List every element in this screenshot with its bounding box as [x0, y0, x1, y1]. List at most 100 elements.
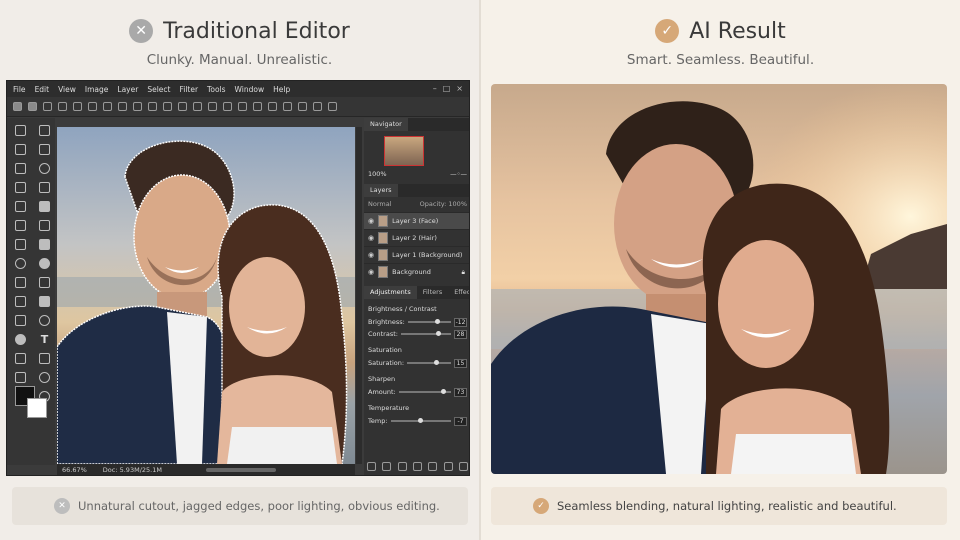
- quick-select-icon[interactable]: [39, 163, 50, 174]
- gradient-icon[interactable]: [39, 296, 50, 307]
- eyedropper-option-icon[interactable]: [268, 102, 277, 111]
- fx-icon[interactable]: [382, 462, 392, 471]
- tab-filters[interactable]: Filters: [417, 286, 448, 299]
- zoom-tool-icon[interactable]: [39, 315, 50, 326]
- settings-icon[interactable]: [328, 102, 337, 111]
- navigator-thumbnail[interactable]: [384, 136, 424, 166]
- select-tool-icon[interactable]: [39, 125, 50, 136]
- slider-handle[interactable]: [435, 331, 441, 336]
- minimize-icon[interactable]: –: [433, 84, 437, 93]
- marquee-tool-icon[interactable]: [15, 125, 26, 136]
- eye-icon[interactable]: ◉: [368, 234, 374, 242]
- history-brush-icon[interactable]: [39, 220, 50, 231]
- crop-tool-icon[interactable]: [39, 144, 50, 155]
- slider-handle[interactable]: [417, 418, 423, 423]
- lasso-tool-icon[interactable]: [15, 144, 26, 155]
- adjustment-slider[interactable]: [390, 418, 451, 423]
- eye-icon[interactable]: ◉: [368, 217, 374, 225]
- slider-handle[interactable]: [434, 360, 440, 365]
- ruler-tool-icon[interactable]: [15, 372, 26, 383]
- tab-effects[interactable]: Effects: [448, 286, 469, 299]
- adjustment-slider[interactable]: [407, 319, 451, 324]
- undo-icon[interactable]: [73, 102, 82, 111]
- adjustment-value[interactable]: 15: [454, 358, 467, 368]
- adjustment-add-icon[interactable]: [412, 462, 422, 471]
- healing-icon[interactable]: [39, 182, 50, 193]
- rotate-icon[interactable]: [133, 102, 142, 111]
- menu-filter[interactable]: Filter: [179, 85, 198, 94]
- dodge-icon[interactable]: [39, 258, 50, 269]
- note-icon[interactable]: [15, 353, 26, 364]
- layer-row[interactable]: ◉ Layer 1 (Background): [364, 246, 469, 263]
- adjustment-slider[interactable]: [400, 331, 451, 336]
- menu-select[interactable]: Select: [147, 85, 170, 94]
- move-icon[interactable]: [58, 102, 67, 111]
- align-icon[interactable]: [163, 102, 172, 111]
- link-icon[interactable]: [367, 462, 377, 471]
- rotate-view-icon[interactable]: [39, 372, 50, 383]
- flip-icon[interactable]: [148, 102, 157, 111]
- zoom-out-icon[interactable]: [238, 102, 247, 111]
- group-icon[interactable]: [428, 462, 438, 471]
- ruler-icon[interactable]: [208, 102, 217, 111]
- blend-mode-select[interactable]: Normal: [368, 200, 392, 208]
- adjustment-value[interactable]: -7: [454, 416, 467, 426]
- color-swatches[interactable]: [15, 386, 51, 422]
- adjustment-value[interactable]: -12: [454, 317, 467, 327]
- save-icon[interactable]: [43, 102, 52, 111]
- editor-canvas[interactable]: [57, 127, 355, 464]
- bucket-icon[interactable]: [39, 239, 50, 250]
- history-icon[interactable]: [313, 102, 322, 111]
- crop-icon[interactable]: [103, 102, 112, 111]
- menu-help[interactable]: Help: [273, 85, 290, 94]
- clone-stamp-icon[interactable]: [15, 220, 26, 231]
- close-window-icon[interactable]: ×: [456, 84, 463, 93]
- type-tool-icon[interactable]: T: [39, 334, 50, 345]
- hand-icon[interactable]: [253, 102, 262, 111]
- open-folder-icon[interactable]: [28, 102, 37, 111]
- opacity-control[interactable]: Opacity: 100%: [420, 200, 467, 208]
- eye-icon[interactable]: ◉: [368, 268, 374, 276]
- path-select-icon[interactable]: [39, 277, 50, 288]
- tab-navigator[interactable]: Navigator: [364, 118, 408, 131]
- eye-icon[interactable]: ◉: [368, 251, 374, 259]
- adjustment-value[interactable]: 73: [454, 387, 467, 397]
- distribute-icon[interactable]: [178, 102, 187, 111]
- count-icon[interactable]: [39, 353, 50, 364]
- menu-file[interactable]: File: [13, 85, 26, 94]
- new-file-icon[interactable]: [13, 102, 22, 111]
- canvas-horizontal-scrollbar[interactable]: [205, 467, 276, 472]
- trash-icon[interactable]: [458, 462, 468, 471]
- slider-handle[interactable]: [440, 389, 446, 394]
- brush-tool-icon[interactable]: [15, 201, 26, 212]
- layer-row[interactable]: ◉ Background 🔒︎: [364, 263, 469, 280]
- adjustment-slider[interactable]: [407, 360, 451, 365]
- menu-edit[interactable]: Edit: [35, 85, 50, 94]
- tab-adjustments[interactable]: Adjustments: [364, 286, 417, 299]
- maximize-icon[interactable]: □: [443, 84, 451, 93]
- sponge-icon[interactable]: [15, 334, 26, 345]
- transform-icon[interactable]: [118, 102, 127, 111]
- menu-view[interactable]: View: [58, 85, 76, 94]
- shape-tool-icon[interactable]: [15, 296, 26, 307]
- adjustment-slider[interactable]: [398, 389, 451, 394]
- mask-add-icon[interactable]: [397, 462, 407, 471]
- redo-icon[interactable]: [88, 102, 97, 111]
- layer-option-icon[interactable]: [298, 102, 307, 111]
- slider-handle[interactable]: [434, 319, 440, 324]
- menu-image[interactable]: Image: [85, 85, 109, 94]
- magic-wand-icon[interactable]: [15, 163, 26, 174]
- menu-window[interactable]: Window: [235, 85, 265, 94]
- adjustment-value[interactable]: 28: [454, 329, 467, 339]
- pen-tool-icon[interactable]: [15, 277, 26, 288]
- menu-layer[interactable]: Layer: [117, 85, 138, 94]
- grid-icon[interactable]: [193, 102, 202, 111]
- new-layer-icon[interactable]: [443, 462, 453, 471]
- hand-tool-icon[interactable]: [15, 315, 26, 326]
- background-color[interactable]: [27, 398, 47, 418]
- layer-row[interactable]: ◉ Layer 2 (Hair): [364, 229, 469, 246]
- mask-icon[interactable]: [283, 102, 292, 111]
- zoom-slider-icon[interactable]: —◦—: [450, 170, 467, 178]
- menu-tools[interactable]: Tools: [207, 85, 225, 94]
- blur-icon[interactable]: [15, 258, 26, 269]
